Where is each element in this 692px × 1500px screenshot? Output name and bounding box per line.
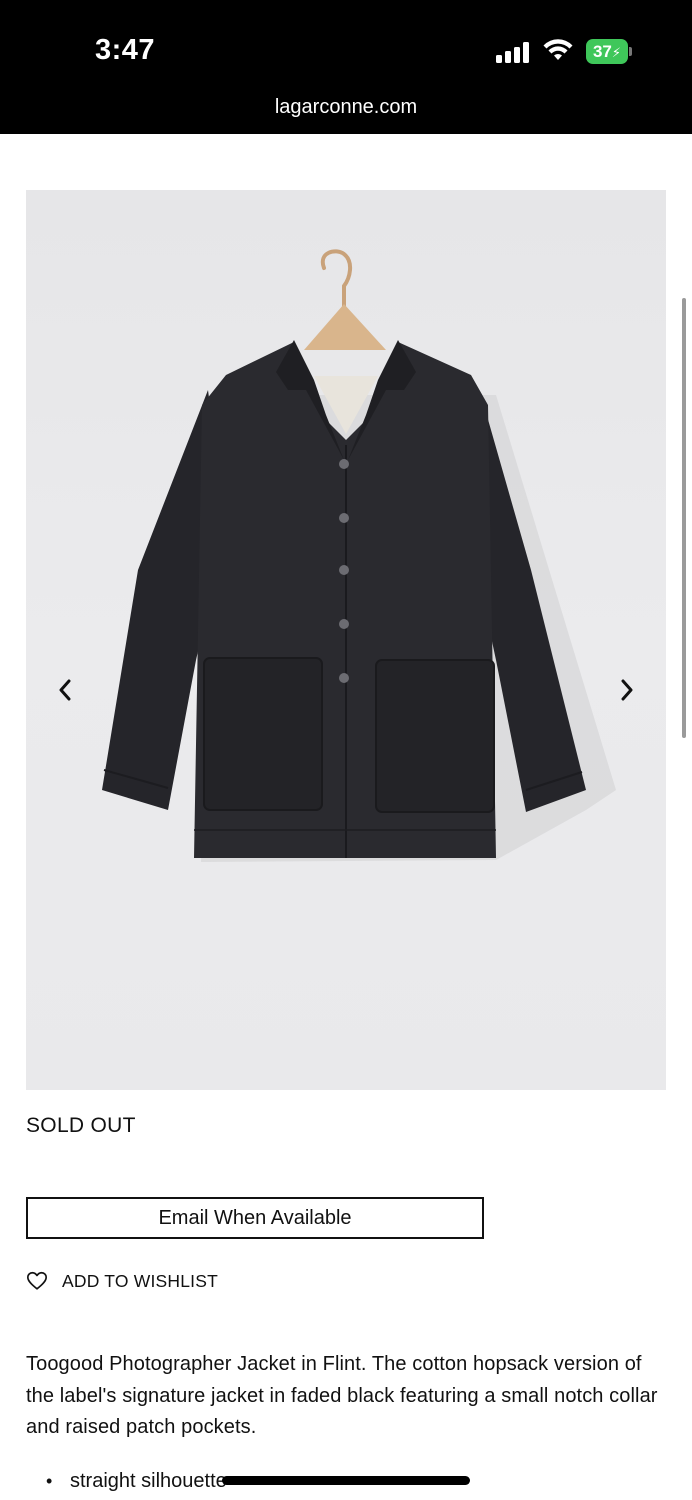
cellular-signal-icon xyxy=(496,41,532,63)
add-to-wishlist-button[interactable]: ADD TO WISHLIST xyxy=(26,1268,218,1294)
status-bar: 3:47 37⚡ lagarconne.com xyxy=(0,0,692,134)
chevron-right-icon xyxy=(621,679,633,701)
wifi-icon xyxy=(543,39,573,60)
home-indicator[interactable] xyxy=(222,1476,470,1485)
status-time: 3:47 xyxy=(95,34,156,66)
chevron-left-icon xyxy=(59,679,71,701)
gallery-next-button[interactable] xyxy=(607,670,647,710)
heart-icon xyxy=(27,1271,47,1290)
product-image xyxy=(102,249,616,862)
product-description: Toogood Photographer Jacket in Flint. Th… xyxy=(26,1353,658,1438)
address-bar-url[interactable]: lagarconne.com xyxy=(0,96,692,119)
email-when-available-button[interactable]: Email When Available xyxy=(26,1197,484,1239)
gallery-prev-button[interactable] xyxy=(45,670,85,710)
feature-list: straight silhouette xyxy=(46,1466,227,1497)
page-scrollbar[interactable] xyxy=(682,298,686,738)
list-item: straight silhouette xyxy=(46,1466,227,1497)
battery-icon: 37⚡ xyxy=(586,39,632,64)
product-image-gallery[interactable] xyxy=(26,190,666,1090)
battery-level: 37 xyxy=(592,42,612,61)
availability-status: SOLD OUT xyxy=(26,1114,136,1137)
wishlist-label: ADD TO WISHLIST xyxy=(62,1270,218,1291)
